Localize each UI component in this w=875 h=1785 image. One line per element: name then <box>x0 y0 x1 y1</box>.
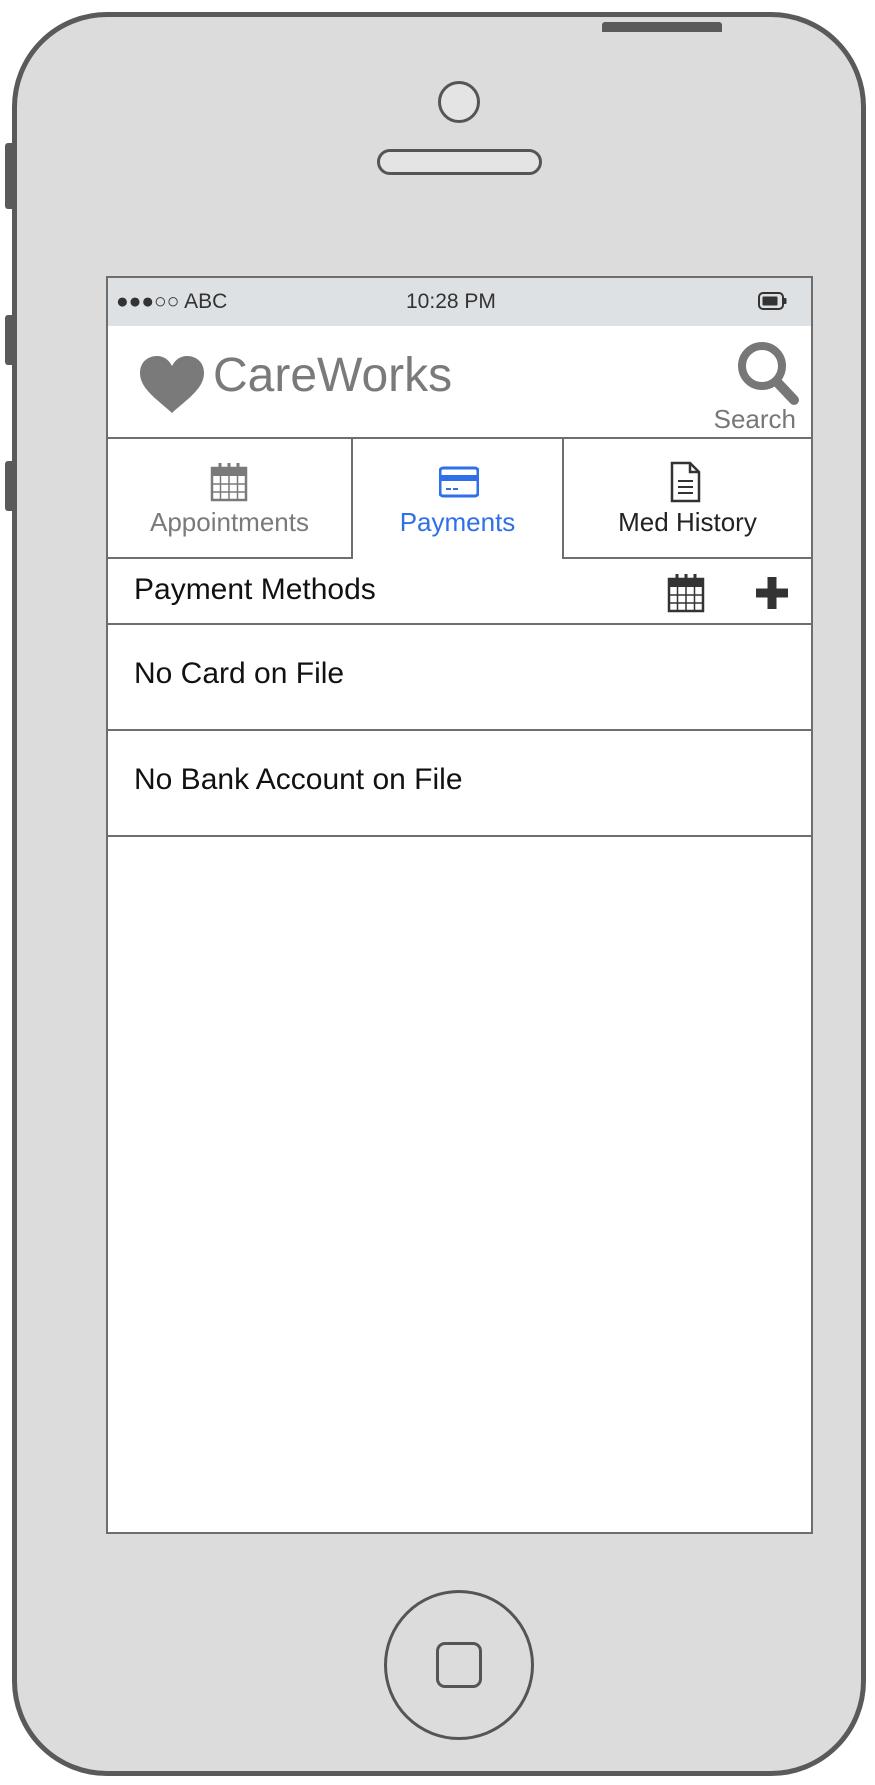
tab-med-history-label: Med History <box>618 507 757 537</box>
search-label: Search <box>713 404 796 434</box>
status-bar: ●●●○○ ABC 10:28 PM <box>108 278 811 326</box>
tab-payments-label: Payments <box>399 507 516 537</box>
section-title: Payment Methods <box>134 573 376 606</box>
volume-up-button <box>5 315 15 365</box>
carrier-signal: ●●●○○ ABC <box>116 290 228 313</box>
payment-methods-header: Payment Methods <box>108 559 811 625</box>
document-icon <box>670 461 701 503</box>
search-button[interactable]: Search <box>698 334 808 434</box>
front-camera <box>438 81 480 123</box>
mute-switch <box>5 143 15 209</box>
search-icon <box>738 342 799 405</box>
status-time: 10:28 PM <box>406 290 496 313</box>
home-button[interactable] <box>384 1590 534 1740</box>
list-item-label: No Card on File <box>134 657 345 690</box>
app-name: CareWorks <box>213 349 453 402</box>
earpiece-speaker <box>377 149 542 175</box>
list-item-bank-account[interactable]: No Bank Account on File <box>108 731 811 837</box>
volume-down-button <box>5 461 15 511</box>
list-item-label: No Bank Account on File <box>134 763 463 796</box>
home-button-icon <box>436 1642 482 1688</box>
app-header: CareWorks Search <box>108 326 811 439</box>
battery-icon <box>758 292 787 310</box>
tab-appointments[interactable]: Appointments <box>108 439 351 559</box>
list-item-card[interactable]: No Card on File <box>108 625 811 731</box>
tab-payments[interactable]: Payments <box>351 439 564 559</box>
tab-appointments-label: Appointments <box>150 507 309 537</box>
calendar-icon <box>210 463 248 502</box>
tab-bar: Appointments Payments Med History <box>108 439 811 559</box>
plus-icon[interactable] <box>754 575 790 611</box>
tab-med-history[interactable]: Med History <box>564 439 811 559</box>
power-button <box>602 22 722 32</box>
calendar-icon[interactable] <box>666 572 706 614</box>
phone-frame: ●●●○○ ABC 10:28 PM CareWorks Search Appo… <box>12 12 866 1776</box>
heart-icon <box>140 356 204 413</box>
app-screen: ●●●○○ ABC 10:28 PM CareWorks Search Appo… <box>106 276 813 1534</box>
credit-card-icon <box>439 466 479 498</box>
